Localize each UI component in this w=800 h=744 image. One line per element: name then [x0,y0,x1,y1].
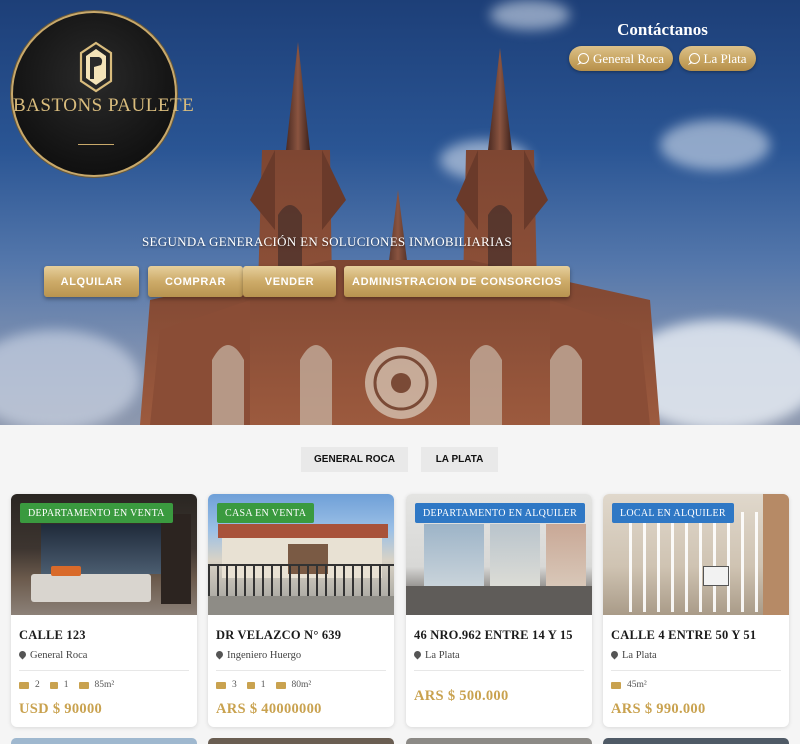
map-pin-icon [216,651,223,660]
map-pin-icon [414,651,421,660]
listing-card[interactable]: DEPARTAMENTO EN ALQUILER 46 NRO.962 ENTR… [406,494,592,727]
contact-title: Contáctanos [617,20,708,39]
contact-button-label: La Plata [703,50,747,66]
area-icon [275,681,286,689]
listing-card[interactable]: CASA EN VENTA DR VELAZCO N° 639 Ingenier… [208,494,394,727]
brand-name: BASTONS PAULETE [13,95,195,116]
bath-icon [246,681,255,689]
contact-la-plata-button[interactable]: La Plata [679,46,756,71]
location-text: La Plata [425,650,460,661]
listing-card-peek[interactable] [208,738,394,744]
listing-price: ARS $ 40000000 [216,701,322,717]
listing-location: La Plata [611,650,657,661]
location-text: La Plata [622,650,657,661]
listing-badge: LOCAL EN ALQUILER [612,503,734,523]
listing-features: 3 1 80m² [216,680,311,690]
hero-tagline: SEGUNDA GENERACIÓN EN SOLUCIONES INMOBIL… [142,234,512,249]
beds-count: 3 [232,680,237,690]
bed-icon [19,681,29,689]
whatsapp-icon [577,53,589,64]
listing-title[interactable]: CALLE 123 [19,628,86,643]
beds-count: 2 [35,680,40,690]
listing-badge: DEPARTAMENTO EN ALQUILER [415,503,586,523]
card-divider [611,670,781,671]
contact-button-label: General Roca [592,50,665,66]
listing-title[interactable]: DR VELAZCO N° 639 [216,628,341,643]
location-text: Ingeniero Huergo [227,650,302,661]
filter-la-plata[interactable]: LA PLATA [421,447,498,472]
card-divider [216,670,386,671]
card-divider [414,670,584,671]
logo-divider [78,144,114,145]
listing-features: 45m² [611,680,647,690]
listing-price: ARS $ 500.000 [414,688,509,704]
area-value: 80m² [291,680,312,690]
listing-price: USD $ 90000 [19,701,103,717]
brand-logo[interactable]: BASTONS PAULETE [11,11,195,177]
area-icon [78,681,89,689]
listing-title[interactable]: 46 NRO.962 ENTRE 14 Y 15 [414,628,573,643]
listing-card-peek[interactable] [11,738,197,744]
listing-badge: DEPARTAMENTO EN VENTA [20,503,173,523]
listing-card-peek[interactable] [603,738,789,744]
listing-features: 2 1 85m² [19,680,114,690]
listing-location: La Plata [414,650,460,661]
hero-banner: BASTONS PAULETE Contáctanos General Roca… [0,0,800,425]
listing-badge: CASA EN VENTA [217,503,315,523]
listing-title[interactable]: CALLE 4 ENTRE 50 Y 51 [611,628,756,643]
bed-icon [216,681,226,689]
listing-card-peek[interactable] [406,738,592,744]
map-pin-icon [611,651,618,660]
area-value: 85m² [94,680,115,690]
map-pin-icon [19,651,26,660]
area-value: 45m² [627,680,647,690]
listing-card[interactable]: LOCAL EN ALQUILER CALLE 4 ENTRE 50 Y 51 … [603,494,789,727]
comprar-button[interactable]: COMPRAR [148,266,243,297]
area-icon [611,681,621,689]
listing-price: ARS $ 990.000 [611,701,706,717]
contact-general-roca-button[interactable]: General Roca [569,46,673,71]
alquilar-button[interactable]: ALQUILAR [44,266,139,297]
whatsapp-icon [688,53,700,64]
baths-count: 1 [63,680,69,690]
vender-button[interactable]: VENDER [243,266,336,297]
bath-icon [49,681,58,689]
card-divider [19,670,189,671]
location-text: General Roca [30,650,88,661]
listing-location: General Roca [19,650,87,661]
filter-general-roca[interactable]: GENERAL ROCA [301,447,408,472]
baths-count: 1 [260,680,266,690]
administracion-consorcios-button[interactable]: ADMINISTRACION DE CONSORCIOS [344,266,570,297]
listing-card[interactable]: DEPARTAMENTO EN VENTA CALLE 123 General … [11,494,197,727]
logo-emblem-icon [79,41,113,93]
listing-location: Ingeniero Huergo [216,650,301,661]
